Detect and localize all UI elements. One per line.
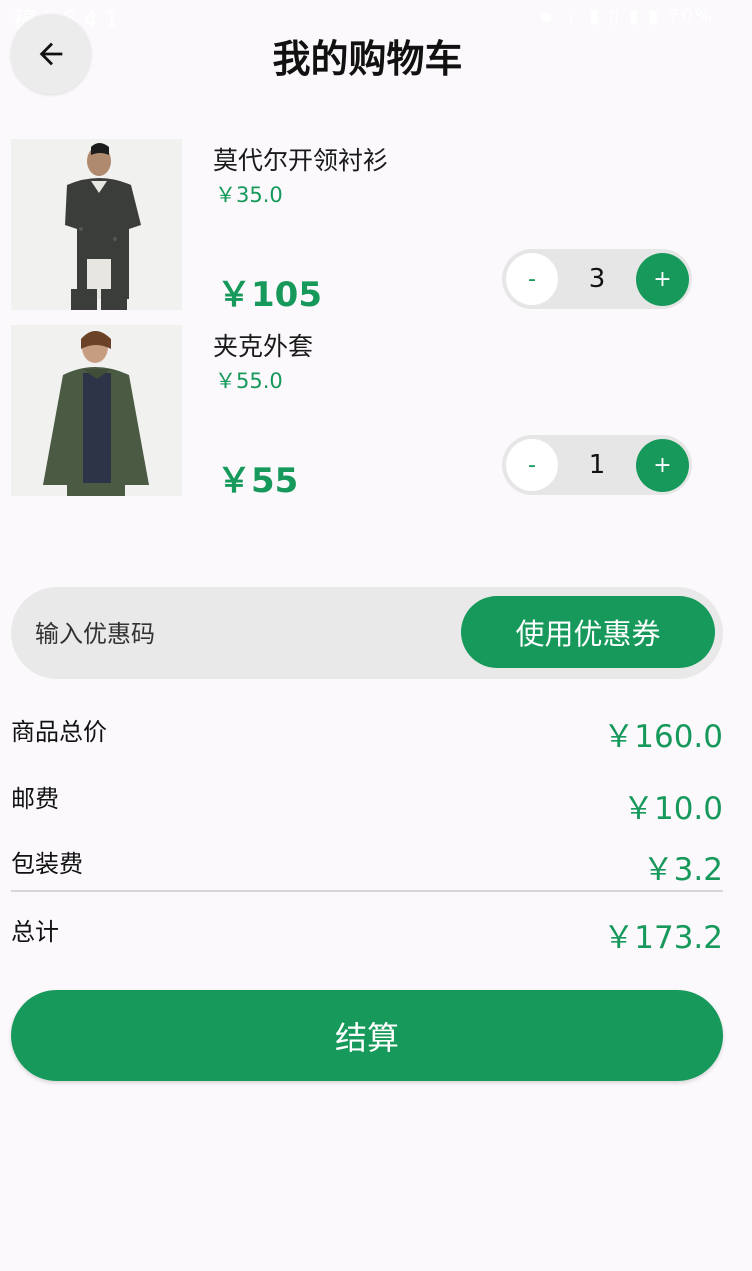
quantity-value: 3 — [588, 264, 606, 294]
packaging-row: 包装费 ￥3.2 — [11, 841, 723, 901]
shipping-value: ￥10.0 — [622, 791, 723, 827]
packaging-value: ￥3.2 — [642, 852, 723, 888]
checkout-button[interactable]: 结算 — [11, 990, 723, 1081]
apply-coupon-button[interactable]: 使用优惠券 — [461, 596, 715, 668]
packaging-label: 包装费 — [11, 850, 83, 878]
subtotal-value: ￥160.0 — [603, 719, 723, 755]
status-right-text: ▪ ⋮ ▮ ▯ ▮ ▮ 70% — [539, 6, 714, 27]
coupon-code-input[interactable] — [33, 587, 437, 681]
quantity-value: 1 — [588, 450, 606, 480]
product-image — [11, 325, 182, 496]
shipping-row: 邮费 ￥10.0 — [11, 776, 723, 836]
increment-button[interactable]: + — [636, 439, 689, 492]
cart-item: 夹克外套 ￥55.0 ￥55 - 1 + — [11, 325, 731, 501]
item-unit-price: ￥55.0 — [215, 369, 283, 393]
decrement-button[interactable]: - — [506, 253, 558, 305]
cart-item: 莫代尔开领衬衫 ￥35.0 ￥105 - 3 + — [11, 139, 731, 315]
total-value: ￥173.2 — [603, 920, 723, 956]
product-image — [11, 139, 182, 310]
coupon-bar: 使用优惠券 — [11, 587, 723, 681]
divider — [11, 890, 723, 892]
item-total-price: ￥55 — [217, 461, 299, 501]
subtotal-label: 商品总价 — [11, 718, 107, 746]
page-title: 我的购物车 — [272, 37, 463, 81]
item-unit-price: ￥35.0 — [215, 183, 283, 207]
decrement-button[interactable]: - — [506, 439, 558, 491]
quantity-stepper: - 3 + — [502, 249, 692, 309]
total-label: 总计 — [11, 918, 59, 946]
shipping-label: 邮费 — [11, 785, 59, 813]
subtotal-row: 商品总价 ￥160.0 — [11, 709, 723, 769]
item-total-price: ￥105 — [217, 275, 322, 315]
quantity-stepper: - 1 + — [502, 435, 692, 495]
total-row: 总计 ￥173.2 — [11, 909, 723, 969]
item-name: 莫代尔开领衬衫 — [213, 146, 389, 175]
item-name: 夹克外套 — [213, 332, 314, 361]
increment-button[interactable]: + — [636, 253, 689, 306]
